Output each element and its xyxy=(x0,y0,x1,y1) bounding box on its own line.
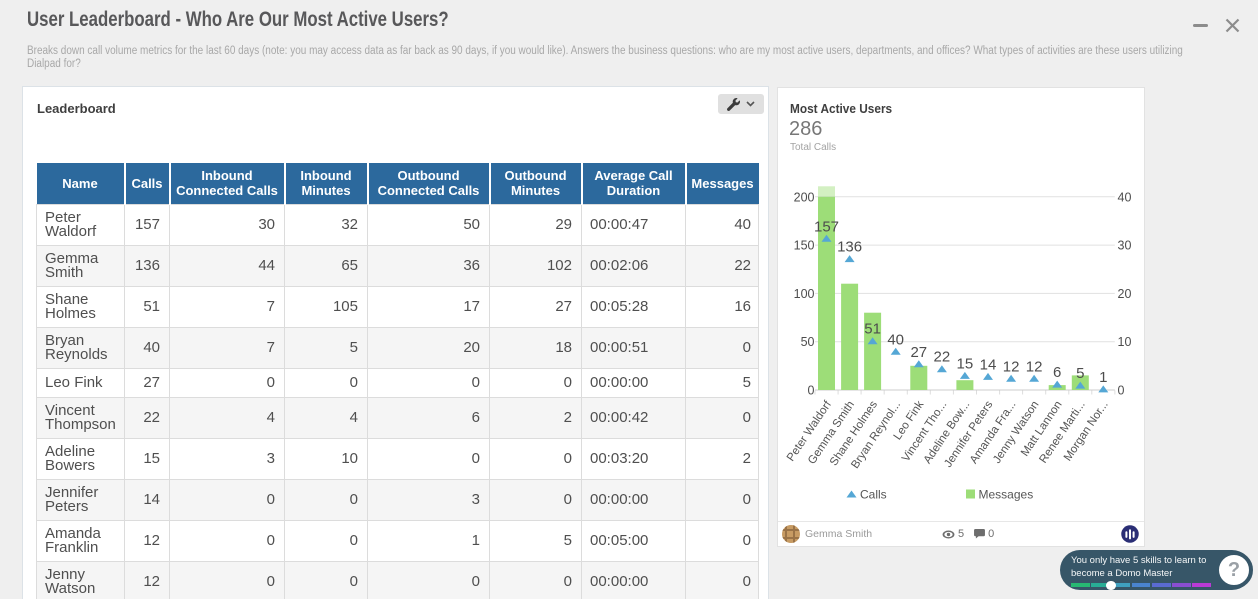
svg-text:136: 136 xyxy=(837,239,862,256)
svg-text:5: 5 xyxy=(1076,365,1084,382)
svg-text:150: 150 xyxy=(794,239,815,253)
svg-text:22: 22 xyxy=(934,349,951,366)
svg-text:6: 6 xyxy=(1053,364,1061,381)
svg-text:0: 0 xyxy=(1118,384,1125,398)
svg-text:Calls: Calls xyxy=(860,488,887,502)
svg-text:50: 50 xyxy=(801,335,815,349)
svg-text:40: 40 xyxy=(1118,190,1132,204)
svg-text:0: 0 xyxy=(808,384,815,398)
svg-text:51: 51 xyxy=(864,321,881,338)
svg-text:12: 12 xyxy=(1003,358,1020,375)
svg-text:200: 200 xyxy=(794,190,815,204)
svg-text:12: 12 xyxy=(1026,358,1043,375)
svg-text:40: 40 xyxy=(887,331,904,348)
svg-text:15: 15 xyxy=(957,355,974,372)
svg-text:Messages: Messages xyxy=(979,488,1034,502)
svg-text:14: 14 xyxy=(980,356,997,373)
svg-text:157: 157 xyxy=(814,218,839,235)
svg-text:30: 30 xyxy=(1118,239,1132,253)
svg-text:27: 27 xyxy=(910,344,927,361)
svg-text:1: 1 xyxy=(1099,369,1107,386)
svg-text:20: 20 xyxy=(1118,287,1132,301)
svg-text:100: 100 xyxy=(794,287,815,301)
svg-text:10: 10 xyxy=(1118,335,1132,349)
